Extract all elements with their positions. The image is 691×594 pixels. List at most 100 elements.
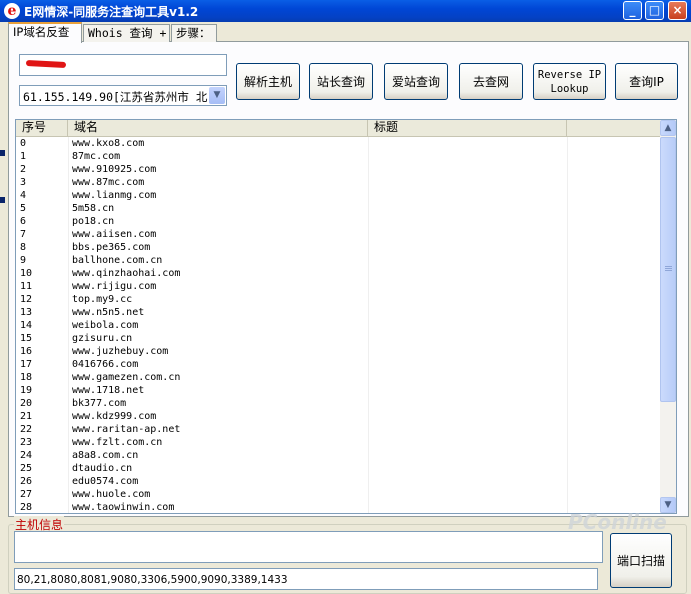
table-row[interactable]: 26 edu0574.com [16,475,661,488]
table-row[interactable]: 17 0416766.com [16,358,661,371]
results-table[interactable]: 序号 域名 标题 0 www.kxo8.com 1 87mc.com 2 www.9109… [15,119,677,514]
row-title [372,189,564,202]
table-row[interactable]: 2 www.910925.com [16,163,661,176]
grip-line [665,270,672,271]
query-ip-button[interactable]: 查询IP [615,63,678,100]
table-row[interactable]: 20 bk377.com [16,397,661,410]
column-header-title[interactable]: 标题 [368,120,567,136]
row-domain: www.raritan-ap.net [72,424,181,435]
vertical-scrollbar[interactable]: ▲ ▼ [660,120,676,513]
row-domain: www.fzlt.com.cn [72,437,163,448]
table-row[interactable]: 18 www.gamezen.com.cn [16,371,661,384]
table-row[interactable]: 16 www.juzhebuy.com [16,345,661,358]
table-row[interactable]: 1 87mc.com [16,150,661,163]
table-row[interactable]: 10 www.qinzhaohai.com [16,267,661,280]
column-header-index[interactable]: 序号 [16,120,68,136]
row-index: 26 [20,476,33,487]
row-index: 27 [20,489,33,500]
ip-select[interactable]: 61.155.149.90[江苏省苏州市 北京 ▼ [19,85,227,106]
tab-steps[interactable]: 步骤： [171,24,217,42]
table-row[interactable]: 11 www.rijigu.com [16,280,661,293]
row-index: 9 [20,255,27,266]
row-domain: 87mc.com [72,151,121,162]
row-title [372,371,564,384]
tab-ip-reverse[interactable]: IP域名反查 [8,22,82,43]
chevron-down-icon[interactable]: ▼ [209,87,225,104]
column-header-domain[interactable]: 域名 [68,120,368,136]
resolve-host-button[interactable]: 解析主机 [236,63,300,100]
table-row[interactable]: 3 www.87mc.com [16,176,661,189]
row-domain: 0416766.com [72,359,139,370]
webmaster-query-button[interactable]: 站长查询 [309,63,373,100]
table-row[interactable]: 8 bbs.pe365.com [16,241,661,254]
table-row[interactable]: 6 po18.cn [16,215,661,228]
scroll-up-icon[interactable]: ▲ [660,120,676,136]
table-row[interactable]: 21 www.kdz999.com [16,410,661,423]
row-domain: www.kdz999.com [72,411,157,422]
aizhan-query-button[interactable]: 爱站查询 [384,63,448,100]
table-row[interactable]: 22 www.raritan-ap.net [16,423,661,436]
row-domain: a8a8.com.cn [72,450,139,461]
reverse-ip-lookup-button[interactable]: Reverse IP Lookup [533,63,606,100]
row-index: 16 [20,346,33,357]
table-row[interactable]: 7 www.aiisen.com [16,228,661,241]
row-index: 8 [20,242,27,253]
port-scan-button[interactable]: 端口扫描 [610,533,672,588]
row-index: 28 [20,502,33,513]
table-row[interactable]: 24 a8a8.com.cn [16,449,661,462]
table-row[interactable]: 12 top.my9.cc [16,293,661,306]
table-row[interactable]: 14 weibola.com [16,319,661,332]
grip-line [665,268,672,269]
row-domain: gzisuru.cn [72,333,133,344]
table-row[interactable]: 9 ballhone.com.cn [16,254,661,267]
scroll-thumb[interactable] [660,137,676,402]
table-row[interactable]: 28 www.taowinwin.com [16,501,661,513]
row-index: 4 [20,190,27,201]
table-row[interactable]: 4 www.lianmg.com [16,189,661,202]
host-info-field[interactable] [14,531,603,563]
row-index: 1 [20,151,27,162]
table-row[interactable]: 0 www.kxo8.com [16,137,661,150]
row-index: 18 [20,372,33,383]
row-domain: bk377.com [72,398,127,409]
row-domain: bbs.pe365.com [72,242,151,253]
row-title [372,176,564,189]
column-header-extra [567,120,661,136]
row-domain: www.taowinwin.com [72,502,175,513]
row-domain: www.910925.com [72,164,157,175]
go-query-net-button[interactable]: 去查网 [459,63,523,100]
table-row[interactable]: 25 dtaudio.cn [16,462,661,475]
table-row[interactable]: 13 www.n5n5.net [16,306,661,319]
minimize-button[interactable]: _ [623,1,642,20]
reverse-ip-line1: Reverse IP [537,68,602,81]
row-domain: po18.cn [72,216,115,227]
row-title [372,501,564,513]
redaction-mark [25,59,67,69]
title-bar[interactable]: e E网情深-同服务注查询工具v1.2 _ □ × [0,0,691,22]
row-title [372,384,564,397]
row-index: 17 [20,359,33,370]
row-index: 25 [20,463,33,474]
row-domain: top.my9.cc [72,294,133,305]
row-title [372,163,564,176]
row-domain: www.1718.net [72,385,145,396]
row-domain: www.87mc.com [72,177,145,188]
row-title [372,449,564,462]
table-row[interactable]: 19 www.1718.net [16,384,661,397]
table-row[interactable]: 5 5m58.cn [16,202,661,215]
table-row[interactable]: 15 gzisuru.cn [16,332,661,345]
maximize-button[interactable]: □ [645,1,664,20]
close-button[interactable]: × [668,1,687,20]
table-row[interactable]: 23 www.fzlt.com.cn [16,436,661,449]
row-title [372,306,564,319]
background-window-edge [0,197,5,203]
row-domain: 5m58.cn [72,203,115,214]
domain-input[interactable] [19,54,227,76]
tab-whois[interactable]: Whois 查询 + [83,24,170,42]
row-title [372,280,564,293]
row-index: 14 [20,320,33,331]
row-index: 5 [20,203,27,214]
row-title [372,202,564,215]
table-row[interactable]: 27 www.huole.com [16,488,661,501]
row-title [372,293,564,306]
